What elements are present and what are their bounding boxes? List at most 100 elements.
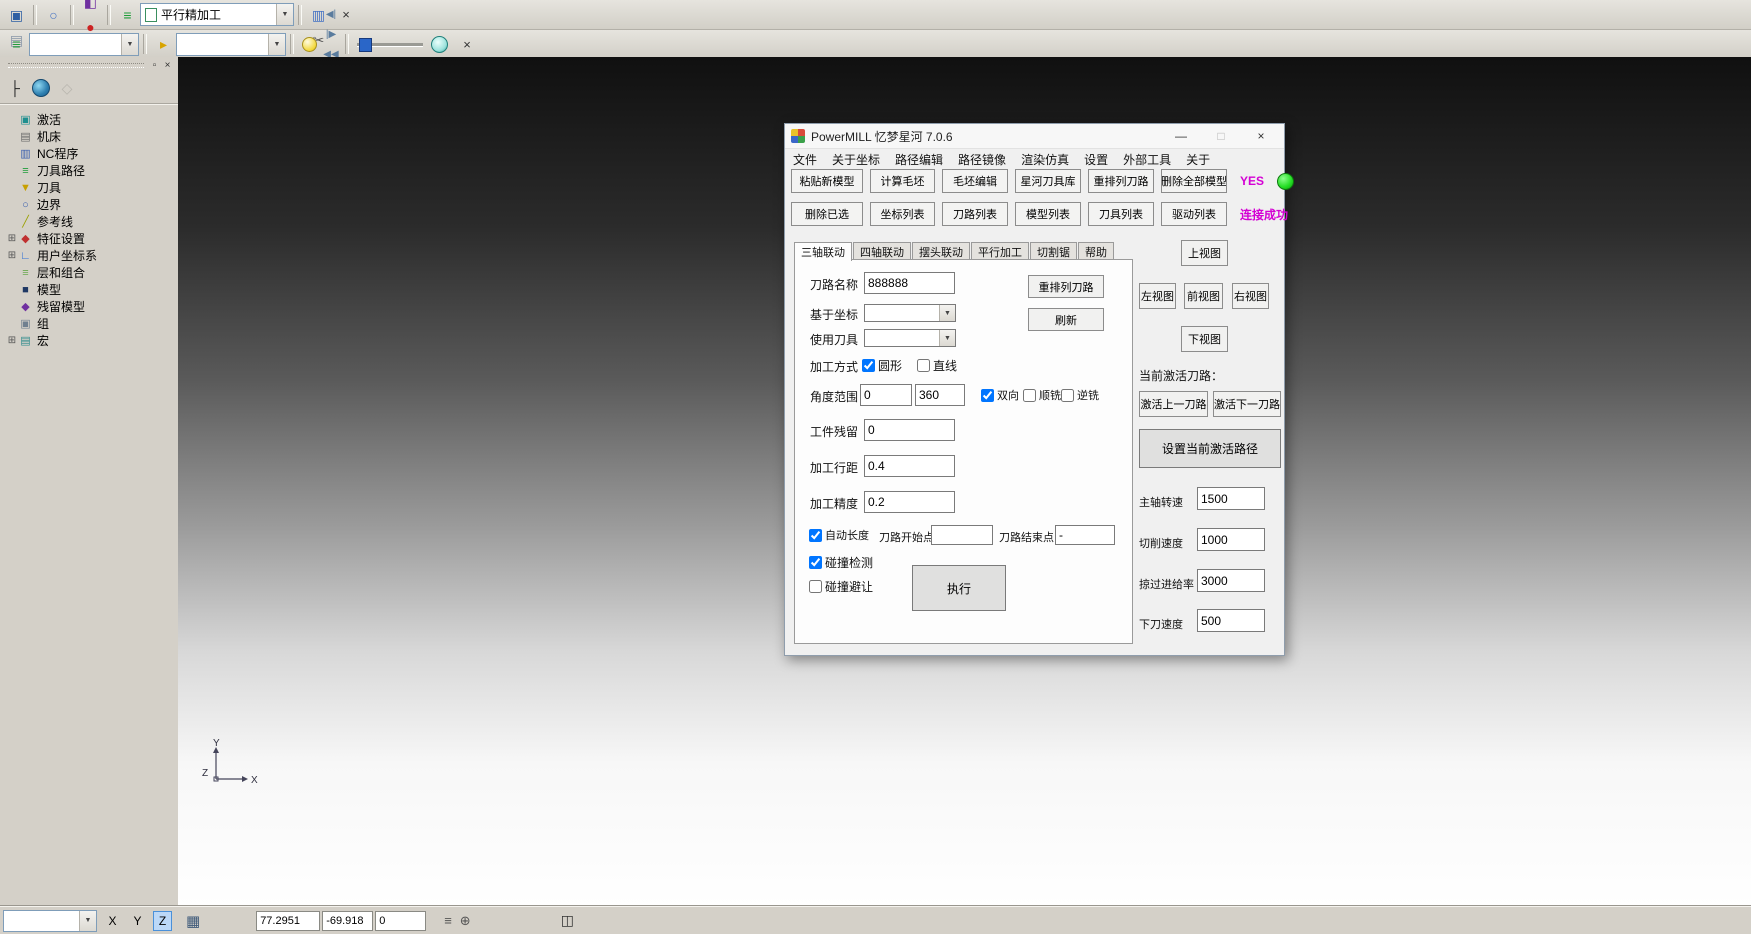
step-back-button[interactable]: ◀| xyxy=(321,4,341,24)
right-view-button[interactable]: 右视图 xyxy=(1232,283,1269,309)
circle-checkbox[interactable] xyxy=(862,359,875,372)
bidirectional-checkbox[interactable] xyxy=(981,389,994,402)
z-axis-button[interactable]: Z xyxy=(153,911,172,931)
tree-item-tools[interactable]: ▼ 刀具 xyxy=(0,179,178,196)
stock-allowance-input[interactable] xyxy=(864,419,955,441)
collision-check-checkbox[interactable] xyxy=(809,556,822,569)
tolerance-input[interactable] xyxy=(864,491,955,513)
menu-settings[interactable]: 设置 xyxy=(1084,151,1108,168)
left-view-button[interactable]: 左视图 xyxy=(1139,283,1176,309)
activate-next-toolpath-button[interactable]: 激活下一刀路 xyxy=(1213,391,1281,417)
globe-icon[interactable] xyxy=(30,77,52,99)
delete-selected-button[interactable]: 删除已选 xyxy=(791,202,863,226)
rearrange-toolpath-button[interactable]: 重排列刀路 xyxy=(1028,275,1104,298)
circle-option[interactable]: 圆形 xyxy=(862,357,902,374)
tree-item-patterns[interactable]: ╱ 参考线 xyxy=(0,213,178,230)
angle-to-input[interactable] xyxy=(915,384,965,406)
sim-toolbar-close-icon[interactable]: × xyxy=(458,35,476,53)
bottom-view-button[interactable]: 下视图 xyxy=(1181,326,1228,352)
bidirectional-option[interactable]: 双向 xyxy=(981,387,1019,403)
tree-item-models[interactable]: ■ 模型 xyxy=(0,281,178,298)
chevron-down-icon[interactable]: ▼ xyxy=(79,911,96,931)
use-tool-combo[interactable]: ▼ xyxy=(864,329,956,347)
tab-parallel[interactable]: 平行加工 xyxy=(971,242,1029,260)
tree-item-toolpaths[interactable]: ≡ 刀具路径 xyxy=(0,162,178,179)
menu-file[interactable]: 文件 xyxy=(793,151,817,168)
edit-stock-button[interactable]: 毛坯编辑 xyxy=(942,169,1008,193)
collision-check-option[interactable]: 碰撞检测 xyxy=(809,554,873,571)
panel-grip[interactable]: ▫ × xyxy=(0,57,178,73)
step-forward-button[interactable]: |▶ xyxy=(321,24,341,44)
refresh-button[interactable]: 刷新 xyxy=(1028,308,1104,331)
angle-from-input[interactable] xyxy=(860,384,912,406)
panel-pin-icon[interactable]: ▫ xyxy=(148,59,161,72)
tree-item-machine-tool[interactable]: ▤ 机床 xyxy=(0,128,178,145)
save-project-icon[interactable]: ▣ xyxy=(4,2,29,27)
slider-handle[interactable] xyxy=(359,38,372,52)
coord-y-input[interactable] xyxy=(322,911,373,931)
menu-path-edit[interactable]: 路径编辑 xyxy=(895,151,943,168)
tab-head[interactable]: 摆头联动 xyxy=(912,242,970,260)
compute-stock-button[interactable]: 计算毛坯 xyxy=(870,169,935,193)
tree-item-feature-sets[interactable]: ⊞ ◆ 特征设置 xyxy=(0,230,178,247)
rearrange-toolpaths-button[interactable]: 重排列刀路 xyxy=(1088,169,1154,193)
front-view-button[interactable]: 前视图 xyxy=(1184,283,1223,309)
skim-feed-input[interactable] xyxy=(1197,569,1265,592)
tool-library-button[interactable]: 星河刀具库 xyxy=(1015,169,1081,193)
sim-tool-combo[interactable]: ▼ xyxy=(176,33,286,56)
tab-4axis[interactable]: 四轴联动 xyxy=(853,242,911,260)
chevron-down-icon[interactable]: ▼ xyxy=(939,330,955,346)
tool-list-button[interactable]: 刀具列表 xyxy=(1088,202,1154,226)
chevron-down-icon[interactable]: ▼ xyxy=(121,34,138,55)
start-point-input[interactable] xyxy=(931,525,993,545)
chevron-down-icon[interactable]: ▼ xyxy=(939,305,955,321)
tree-item-groups[interactable]: ▣ 组 xyxy=(0,315,178,332)
conventional-checkbox[interactable] xyxy=(1061,389,1074,402)
tree-item-macros[interactable]: ⊞ ▤ 宏 xyxy=(0,332,178,349)
delete-all-models-button[interactable]: 删除全部模型 xyxy=(1161,169,1227,193)
window-split-icon[interactable]: ◫ xyxy=(561,912,574,929)
collision-avoid-option[interactable]: 碰撞避让 xyxy=(809,578,873,595)
menu-path-mirror[interactable]: 路径镜像 xyxy=(958,151,1006,168)
tree-item-boundaries[interactable]: ○ 边界 xyxy=(0,196,178,213)
line-checkbox[interactable] xyxy=(917,359,930,372)
line-option[interactable]: 直线 xyxy=(917,357,957,374)
tree-item-nc-programs[interactable]: ▥ NC程序 xyxy=(0,145,178,162)
collision-avoid-checkbox[interactable] xyxy=(809,580,822,593)
execute-button[interactable]: 执行 xyxy=(912,565,1006,611)
climb-option[interactable]: 顺铣 xyxy=(1023,387,1061,403)
spindle-speed-input[interactable] xyxy=(1197,487,1265,510)
tree-item-activate[interactable]: ▣ 激活 xyxy=(0,111,178,128)
expander-icon[interactable]: ⊞ xyxy=(6,336,18,346)
top-view-button[interactable]: 上视图 xyxy=(1181,240,1228,266)
auto-length-option[interactable]: 自动长度 xyxy=(809,527,869,543)
tree-item-stock-models[interactable]: ◆ 残留模型 xyxy=(0,298,178,315)
end-point-input[interactable] xyxy=(1055,525,1115,545)
toolpath-list-button[interactable]: 刀路列表 xyxy=(942,202,1008,226)
bulb-icon[interactable] xyxy=(302,37,317,52)
coord-list-button[interactable]: 坐标列表 xyxy=(870,202,935,226)
toolpath-name-input[interactable] xyxy=(864,272,955,294)
coord-x-input[interactable] xyxy=(256,911,320,931)
activate-prev-toolpath-button[interactable]: 激活上一刀路 xyxy=(1139,391,1208,417)
based-coord-combo[interactable]: ▼ xyxy=(864,304,956,322)
stepover-input[interactable] xyxy=(864,455,955,477)
explorer-tree-icon[interactable]: ├ xyxy=(4,77,26,99)
tab-3axis[interactable]: 三轴联动 xyxy=(794,242,852,261)
tab-help[interactable]: 帮助 xyxy=(1078,242,1114,260)
tab-saw[interactable]: 切割锯 xyxy=(1030,242,1077,260)
chevron-down-icon[interactable]: ▼ xyxy=(268,34,285,55)
menu-external-tools[interactable]: 外部工具 xyxy=(1123,151,1171,168)
climb-checkbox[interactable] xyxy=(1023,389,1036,402)
x-axis-button[interactable]: X xyxy=(103,911,122,931)
list-icon[interactable]: ≡ xyxy=(444,913,452,928)
picking-tool-icon[interactable]: ⊕ xyxy=(460,913,471,929)
sim-toolpath-combo[interactable]: ▼ xyxy=(29,33,139,56)
menu-coords[interactable]: 关于坐标 xyxy=(832,151,880,168)
grip-handle[interactable] xyxy=(8,63,144,68)
boundary-icon[interactable]: ○ xyxy=(41,2,66,27)
close-button[interactable]: × xyxy=(1244,126,1278,146)
tree-item-levels-sets[interactable]: ≡ 层和组合 xyxy=(0,264,178,281)
chevron-down-icon[interactable]: ▼ xyxy=(276,4,293,25)
y-axis-button[interactable]: Y xyxy=(128,911,147,931)
